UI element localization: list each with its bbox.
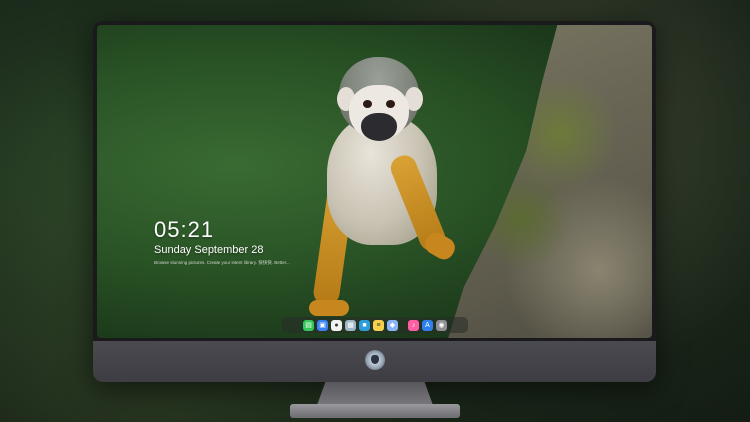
clock-icon[interactable]: ●	[331, 319, 342, 331]
preview-icon[interactable]: ▦	[345, 319, 356, 331]
app-store-icon[interactable]: A	[422, 319, 433, 331]
music-icon[interactable]: ♪	[408, 319, 419, 331]
lock-date: Sunday September 28	[154, 244, 264, 256]
finder-icon[interactable]: ▣	[317, 319, 328, 331]
camera-icon[interactable]: ◉	[436, 319, 447, 331]
claquette-icon[interactable]: ■	[359, 319, 370, 331]
photos-icon[interactable]: ◆	[387, 319, 398, 331]
alien-logo-icon	[365, 350, 385, 370]
imac-monitor: 05:21 Sunday September 28 Browse stunnin…	[93, 21, 656, 382]
dock: ▤ ▣ ● ▦ ■ ≡ ◆ ♪ A ◉	[282, 317, 468, 333]
notes-icon[interactable]: ≡	[373, 319, 384, 331]
desktop-screen: 05:21 Sunday September 28 Browse stunnin…	[97, 25, 652, 338]
wallpaper-squirrel-monkey	[297, 35, 467, 335]
messages-icon[interactable]: ▤	[303, 319, 314, 331]
monitor-stand-base	[290, 404, 460, 418]
lock-hint-text: Browse stunning pictures. Create your in…	[154, 260, 290, 265]
lock-clock: 05:21	[154, 217, 215, 242]
